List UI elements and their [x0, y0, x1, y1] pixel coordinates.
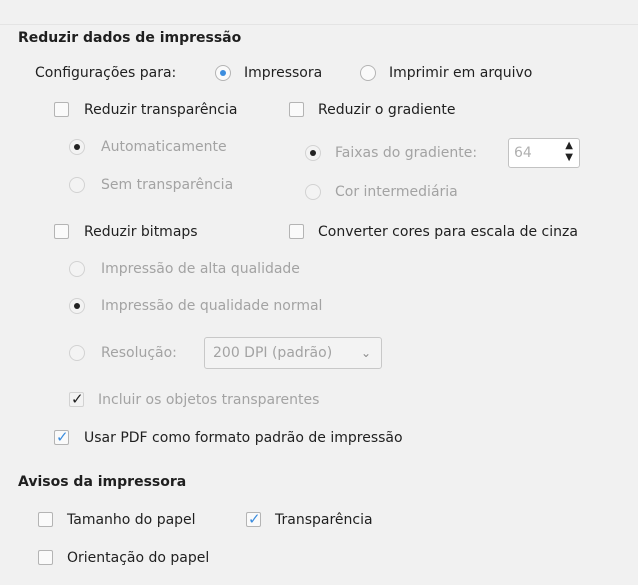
convert-gray-checkbox[interactable] [289, 224, 304, 239]
include-transparent-label[interactable]: Incluir os objetos transparentes [98, 391, 319, 409]
radio-dot-icon [74, 144, 80, 150]
print-to-file-radio[interactable] [360, 65, 376, 81]
radio-dot-icon [310, 150, 316, 156]
automatic-label[interactable]: Automaticamente [101, 138, 227, 156]
checkmark-icon: ✓ [71, 390, 84, 408]
spin-arrows-icon[interactable]: ▲ ▼ [565, 140, 573, 164]
high-quality-label[interactable]: Impressão de alta qualidade [101, 260, 300, 278]
include-transparent-checkbox[interactable]: ✓ [69, 390, 84, 408]
reduce-bitmaps-label[interactable]: Reduzir bitmaps [84, 223, 198, 241]
automatic-radio[interactable] [69, 139, 85, 155]
gradient-stripes-label[interactable]: Faixas do gradiente: [335, 144, 477, 162]
checkmark-icon: ✓ [248, 510, 261, 528]
divider [0, 24, 638, 25]
print-to-file-label[interactable]: Imprimir em arquivo [389, 64, 532, 82]
reduce-gradient-label[interactable]: Reduzir o gradiente [318, 101, 456, 119]
radio-dot-icon [220, 70, 226, 76]
transparency-warning-checkbox[interactable]: ✓ [246, 510, 261, 528]
no-transparency-label[interactable]: Sem transparência [101, 176, 233, 194]
normal-quality-label[interactable]: Impressão de qualidade normal [101, 297, 322, 315]
no-transparency-radio[interactable] [69, 177, 85, 193]
paper-orientation-checkbox[interactable] [38, 550, 53, 565]
gradient-stripes-spinner[interactable]: 64 ▲ ▼ [508, 138, 580, 168]
section-title-warnings: Avisos da impressora [18, 474, 187, 490]
paper-orientation-label[interactable]: Orientação do papel [67, 549, 209, 567]
checkmark-icon: ✓ [56, 428, 69, 446]
intermediate-color-radio[interactable] [305, 184, 321, 200]
settings-for-label: Configurações para: [35, 65, 177, 81]
gradient-stripes-radio[interactable] [305, 145, 321, 161]
reduce-bitmaps-checkbox[interactable] [54, 224, 69, 239]
high-quality-radio[interactable] [69, 261, 85, 277]
reduce-transparency-checkbox[interactable] [54, 102, 69, 117]
normal-quality-radio[interactable] [69, 298, 85, 314]
chevron-down-icon[interactable]: ⌄ [361, 346, 371, 360]
radio-dot-icon [74, 303, 80, 309]
gradient-stripes-value[interactable]: 64 [514, 145, 532, 161]
paper-size-checkbox[interactable] [38, 512, 53, 527]
reduce-transparency-label[interactable]: Reduzir transparência [84, 101, 237, 119]
reduce-gradient-checkbox[interactable] [289, 102, 304, 117]
printer-radio[interactable] [215, 65, 231, 81]
transparency-warning-label[interactable]: Transparência [275, 511, 373, 529]
resolution-value: 200 DPI (padrão) [213, 345, 333, 361]
resolution-label[interactable]: Resolução: [101, 344, 177, 362]
convert-gray-label[interactable]: Converter cores para escala de cinza [318, 223, 578, 241]
section-title-reduce: Reduzir dados de impressão [18, 30, 242, 46]
intermediate-color-label[interactable]: Cor intermediária [335, 183, 458, 201]
printer-label[interactable]: Impressora [244, 64, 322, 82]
resolution-radio[interactable] [69, 345, 85, 361]
resolution-select[interactable]: 200 DPI (padrão) ⌄ [204, 337, 382, 369]
paper-size-label[interactable]: Tamanho do papel [67, 511, 196, 529]
pdf-default-label[interactable]: Usar PDF como formato padrão de impressã… [84, 429, 403, 447]
pdf-default-checkbox[interactable]: ✓ [54, 428, 69, 446]
